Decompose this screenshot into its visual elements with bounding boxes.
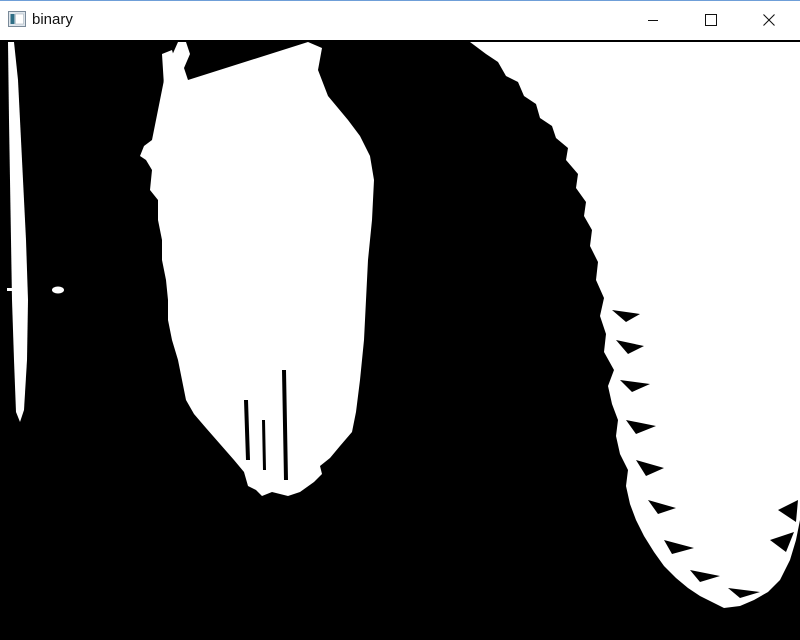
left-white-speck xyxy=(7,288,17,291)
application-window: binary xyxy=(0,0,800,640)
binary-image-canvas xyxy=(0,40,800,640)
title-bar[interactable]: binary xyxy=(0,1,800,39)
minimize-icon xyxy=(648,20,658,21)
app-window-icon xyxy=(8,11,26,27)
binary-image xyxy=(0,40,800,640)
maximize-button[interactable] xyxy=(682,1,740,39)
close-button[interactable] xyxy=(740,1,798,39)
close-icon xyxy=(763,14,775,26)
small-white-blob xyxy=(52,286,64,294)
minimize-button[interactable] xyxy=(624,1,682,39)
window-title: binary xyxy=(32,11,73,28)
maximize-icon xyxy=(705,14,717,26)
